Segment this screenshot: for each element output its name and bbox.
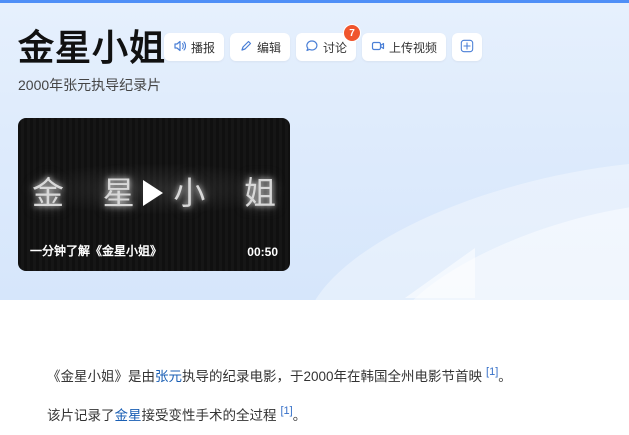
- paragraph-text: 。: [292, 408, 307, 423]
- video-player[interactable]: 金 星 小 姐 一分钟了解《金星小姐》 00:50: [18, 118, 290, 271]
- paragraph-text: 执导的纪录电影，于2000年在韩国全州电影节首映: [182, 369, 483, 384]
- play-icon[interactable]: [143, 180, 163, 206]
- plus-square-icon: [460, 39, 474, 56]
- video-caption: 一分钟了解《金星小姐》: [30, 244, 163, 258]
- edit-button[interactable]: 编辑: [230, 33, 291, 61]
- summary-paragraph: 《金星小姐》是由张元执导的纪录电影，于2000年在韩国全州电影节首映 [1]。: [47, 361, 512, 388]
- paragraph-text: 。: [498, 369, 512, 384]
- summary-paragraph: 该片记录了金星接受变性手术的全过程 [1]。: [47, 400, 306, 427]
- decorative-shape: [405, 248, 475, 298]
- broadcast-label: 播报: [191, 40, 216, 55]
- broadcast-button[interactable]: 播报: [164, 33, 225, 61]
- reference-link[interactable]: [1]: [281, 405, 293, 417]
- paragraph-text: 《金星小姐》是由: [47, 369, 155, 384]
- pencil-icon: [239, 39, 253, 56]
- upload-video-label: 上传视频: [389, 40, 438, 55]
- video-overlay-char: 金: [32, 174, 65, 212]
- add-button[interactable]: [452, 33, 483, 61]
- video-overlay-char: 姐: [243, 174, 276, 212]
- subject-link[interactable]: 金星: [115, 408, 142, 423]
- reference-link[interactable]: [1]: [486, 366, 498, 378]
- upload-video-button[interactable]: 上传视频: [362, 33, 447, 61]
- speech-bubble-icon: [305, 39, 319, 56]
- video-duration: 00:50: [247, 245, 278, 259]
- speaker-icon: [173, 39, 187, 56]
- action-toolbar: 播报 编辑 讨论 7 上传视频: [164, 24, 483, 61]
- paragraph-text: 该片记录了: [47, 408, 115, 423]
- discuss-count-badge: 7: [343, 24, 362, 42]
- video-camera-icon: [371, 39, 385, 56]
- video-overlay-char: 星: [102, 174, 135, 212]
- video-overlay-char: 小: [173, 174, 206, 212]
- director-link[interactable]: 张元: [155, 369, 182, 384]
- page-subtitle: 2000年张元执导纪录片: [18, 77, 162, 93]
- paragraph-text: 接受变性手术的全过程: [141, 408, 277, 423]
- discuss-label: 讨论: [323, 40, 348, 55]
- edit-label: 编辑: [257, 40, 282, 55]
- discuss-button[interactable]: 讨论 7: [296, 24, 362, 61]
- page-title: 金星小姐: [18, 27, 167, 68]
